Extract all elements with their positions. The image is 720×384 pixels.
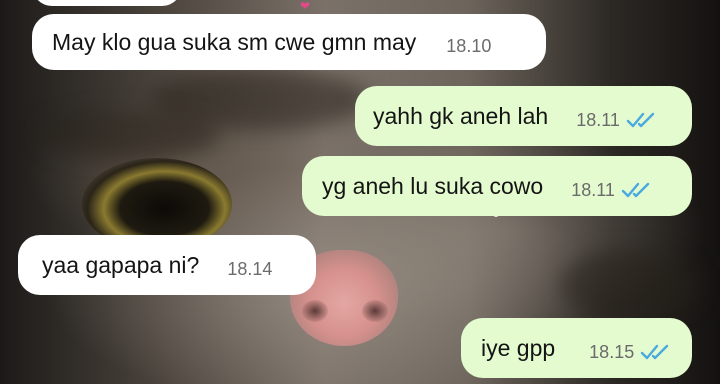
message-text: yahh gk aneh lah <box>373 103 549 129</box>
cat-nostril <box>302 300 328 322</box>
message-text: yg aneh lu suka cowo <box>322 173 544 199</box>
message-bubble-outgoing[interactable]: yahh gk aneh lah 18.11 <box>355 86 692 146</box>
message-timestamp: 18.14 <box>227 258 273 279</box>
message-timestamp: 18.11 <box>571 179 615 200</box>
read-double-check-icon <box>626 112 655 128</box>
message-timestamp: 18.15 <box>589 341 635 362</box>
message-bubble-incoming[interactable]: yaa gapapa ni? 18.14 <box>18 235 316 295</box>
message-timestamp: 18.11 <box>576 109 620 130</box>
message-text: yaa gapapa ni? <box>42 252 200 278</box>
read-double-check-icon <box>621 182 650 198</box>
previous-message-bubble[interactable] <box>32 0 182 6</box>
message-text: iye gpp <box>481 335 556 361</box>
message-text: May klo gua suka sm cwe gmn may <box>52 29 417 55</box>
message-bubble-outgoing[interactable]: iye gpp 18.15 <box>461 318 692 378</box>
read-double-check-icon <box>641 344 669 360</box>
fur-shadow <box>560 250 700 320</box>
cat-nostril <box>362 300 388 322</box>
message-timestamp: 18.10 <box>446 35 492 56</box>
heart-sticker-icon: ❤ <box>299 0 311 13</box>
fur-shadow <box>40 110 220 160</box>
message-bubble-incoming[interactable]: May klo gua suka sm cwe gmn may 18.10 <box>32 14 546 70</box>
message-bubble-outgoing[interactable]: yg aneh lu suka cowo 18.11 <box>302 156 692 216</box>
